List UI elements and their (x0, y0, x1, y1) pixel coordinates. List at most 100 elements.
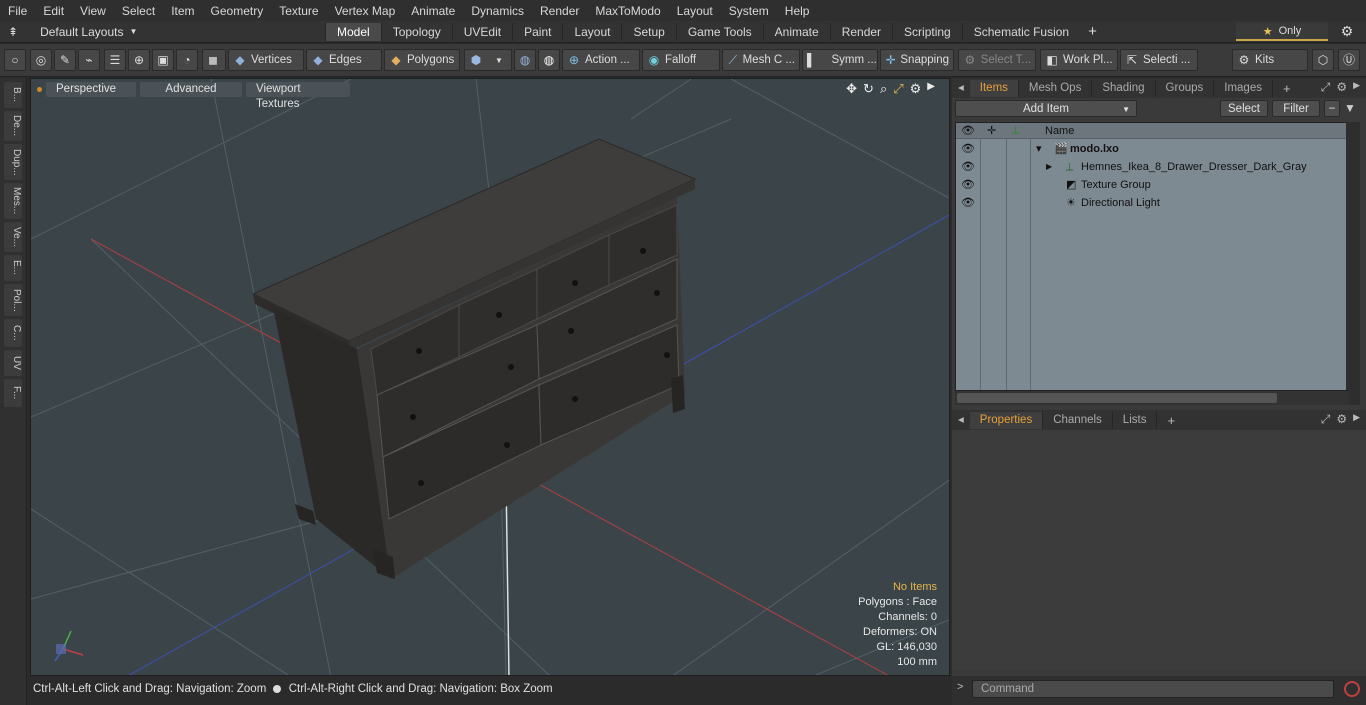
expand-arrow-icon[interactable]: ▶ (1046, 158, 1052, 176)
menu-layout[interactable]: Layout (669, 4, 721, 18)
select-circle-button[interactable]: ○ (4, 49, 26, 71)
tree-row[interactable]: 👁 ▾ 🎬 modo.lxo (956, 140, 1348, 158)
menu-edit[interactable]: Edit (35, 4, 72, 18)
gear-icon[interactable]: ⚙ (910, 81, 922, 97)
tab-groups[interactable]: Groups (1156, 79, 1215, 97)
menu-geometry[interactable]: Geometry (203, 4, 272, 18)
filter-button[interactable]: Filter (1272, 100, 1320, 117)
select-button[interactable]: Select (1220, 100, 1268, 117)
add-tab-icon[interactable]: + (1157, 412, 1185, 429)
scrollbar-thumb[interactable] (957, 393, 1277, 403)
menu-maxtomodo[interactable]: MaxToModo (587, 4, 668, 18)
brush-button[interactable]: ⌁ (78, 49, 100, 71)
left-tab-curve[interactable]: C... (4, 319, 22, 347)
mesh-mode-button[interactable]: ◼ (202, 49, 226, 71)
tab-setup[interactable]: Setup (621, 22, 675, 41)
pie-button[interactable]: ◔ (176, 49, 198, 71)
tab-images[interactable]: Images (1214, 79, 1273, 97)
pen-button[interactable]: ✎ (54, 49, 76, 71)
move-icon[interactable]: ✥ (846, 81, 857, 97)
menu-help[interactable]: Help (777, 4, 818, 18)
tree-row[interactable]: 👁 ▶ ⟂ Hemnes_Ikea_8_Drawer_Dresser_Dark_… (956, 158, 1348, 176)
visibility-eye-icon[interactable]: 👁 (961, 140, 975, 158)
collapse-button[interactable]: − (1324, 100, 1340, 117)
work-plane-button[interactable]: ◧ Work Pl... (1040, 49, 1118, 71)
menu-file[interactable]: File (0, 4, 35, 18)
selection-sets-button[interactable]: ⇱ Selecti ... (1120, 49, 1198, 71)
only-toggle[interactable]: ★ Only (1236, 23, 1328, 41)
tab-animate[interactable]: Animate (762, 22, 830, 41)
material-dropdown[interactable]: ⬢ ▼ (464, 49, 512, 71)
tab-layout[interactable]: Layout (562, 22, 621, 41)
tab-topology[interactable]: Topology (380, 22, 452, 41)
layout-selector[interactable]: ⇞ Default Layouts ▼ (0, 25, 325, 39)
visibility-eye-icon[interactable]: 👁 (961, 194, 975, 212)
expand-arrow-icon[interactable]: ▾ (1036, 140, 1042, 158)
add-tab-icon[interactable]: + (1273, 80, 1301, 97)
funnel-icon[interactable]: ▼ (1344, 101, 1360, 115)
left-tab-uv[interactable]: UV (4, 350, 22, 376)
menu-select[interactable]: Select (114, 4, 163, 18)
gear-icon[interactable]: ⚙ (1336, 80, 1347, 95)
play-icon[interactable]: ▶ (927, 81, 935, 97)
tab-mesh-ops[interactable]: Mesh Ops (1019, 79, 1093, 97)
left-tab-vertex[interactable]: Ve... (4, 222, 22, 252)
maximize-icon[interactable]: ⤢ (893, 81, 903, 97)
gear-icon[interactable]: ⚙ (1336, 412, 1347, 427)
falloff-button[interactable]: ◉ Falloff (642, 49, 720, 71)
3d-viewport[interactable]: Perspective Advanced Viewport Textures ✥… (30, 78, 950, 676)
tree-horizontal-scrollbar[interactable] (955, 390, 1349, 405)
tree-scrollbar[interactable] (1346, 122, 1360, 405)
left-tab-edge[interactable]: E... (4, 255, 22, 281)
visibility-eye-icon[interactable]: 👁 (961, 158, 975, 176)
rotate-icon[interactable]: ↻ (863, 81, 874, 97)
tree-row[interactable]: 👁 ◩ Texture Group (956, 176, 1348, 194)
action-center-button[interactable]: ⊕ Action ... (562, 49, 640, 71)
globe-button[interactable]: ◎ (30, 49, 52, 71)
menu-system[interactable]: System (721, 4, 777, 18)
menu-item[interactable]: Item (163, 4, 202, 18)
menu-view[interactable]: View (72, 4, 114, 18)
tab-shading[interactable]: Shading (1092, 79, 1156, 97)
arrow-right-icon[interactable]: ▶ (1353, 80, 1360, 95)
visibility-eye-icon[interactable]: 👁 (961, 176, 975, 194)
tab-render[interactable]: Render (829, 22, 892, 41)
symmetry-button[interactable]: ▌ Symm ... (802, 49, 878, 71)
advanced-button[interactable]: Advanced (140, 81, 242, 97)
snapping-button[interactable]: ✛ Snapping (880, 49, 954, 71)
menu-dynamics[interactable]: Dynamics (463, 4, 532, 18)
tab-items[interactable]: Items (969, 79, 1019, 97)
stack-button[interactable]: ☰ (104, 49, 126, 71)
left-tab-polygon[interactable]: Pol... (4, 284, 22, 316)
viewport-menu-dot-icon[interactable] (37, 86, 42, 92)
unreal-button[interactable]: Ⓤ (1338, 49, 1360, 71)
expand-icon[interactable]: ⤢ (1321, 80, 1331, 95)
symmetry-toggle-1[interactable]: ◍ (514, 49, 536, 71)
menu-render[interactable]: Render (532, 4, 587, 18)
center-button[interactable]: ⊕ (128, 49, 150, 71)
gear-icon[interactable]: ⚙ (1338, 23, 1356, 41)
mesh-constraint-button[interactable]: ⟋ Mesh C ... (722, 49, 800, 71)
record-icon[interactable] (1344, 681, 1360, 697)
panel-menu-icon[interactable]: ◂ (952, 412, 970, 429)
edges-button[interactable]: ◆ Edges (306, 49, 382, 71)
perspective-button[interactable]: Perspective (46, 81, 136, 97)
vertices-button[interactable]: ◆ Vertices (228, 49, 304, 71)
box-button[interactable]: ▣ (152, 49, 174, 71)
tab-paint[interactable]: Paint (512, 22, 562, 41)
tab-uvedit[interactable]: UVEdit (451, 22, 512, 41)
tab-properties[interactable]: Properties (969, 411, 1044, 429)
arrow-right-icon[interactable]: ▶ (1353, 412, 1360, 427)
zoom-icon[interactable]: ⌕ (880, 81, 887, 97)
select-through-button[interactable]: ⚙ Select T... (958, 49, 1036, 71)
symmetry-toggle-2[interactable]: ◍ (538, 49, 560, 71)
add-item-button[interactable]: Add Item ▼ (955, 100, 1137, 117)
tab-game-tools[interactable]: Game Tools (675, 22, 763, 41)
tab-model[interactable]: Model (325, 22, 381, 41)
unity-button[interactable]: ⬡ (1312, 49, 1334, 71)
tab-lists[interactable]: Lists (1113, 411, 1158, 429)
left-tab-deform[interactable]: De... (4, 111, 22, 141)
left-tab-mesh-edit[interactable]: Mes... (4, 183, 22, 219)
tab-channels[interactable]: Channels (1043, 411, 1113, 429)
viewport-textures-button[interactable]: Viewport Textures (246, 81, 350, 110)
